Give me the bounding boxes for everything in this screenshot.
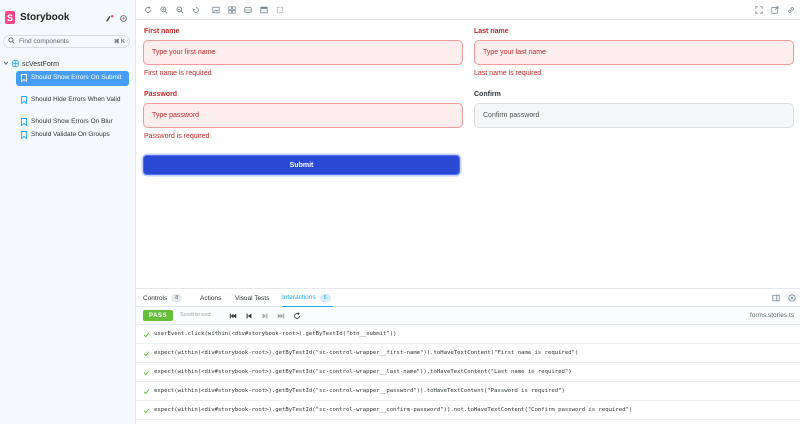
grid-icon[interactable] xyxy=(227,5,236,14)
tree-group-label: scVestForm xyxy=(22,60,59,68)
story-filename: forms.stories.ts xyxy=(749,312,794,319)
first-name-label: First name xyxy=(144,28,180,35)
panel-tabs: Controls 8 Actions Visual Tests Interact… xyxy=(136,289,800,307)
last-name-input[interactable]: Type your last name xyxy=(474,40,794,65)
tab-label: Actions xyxy=(200,294,222,302)
interaction-step[interactable]: userEvent.click(within(<div#storybook-ro… xyxy=(136,325,800,344)
interaction-step-text: expect(within(<div#storybook-root>).getB… xyxy=(154,350,579,356)
image-icon[interactable] xyxy=(211,5,220,14)
story-should-hide-errors-when-valid[interactable]: Should Hide Errors When Valid xyxy=(16,93,129,108)
bookmark-icon xyxy=(21,131,27,141)
tab-controls[interactable]: Controls 8 xyxy=(143,289,183,307)
confirm-label: Confirm xyxy=(474,91,501,98)
check-icon xyxy=(143,331,151,338)
password-label: Password xyxy=(144,91,178,98)
story-label: Should Validate On Groups xyxy=(31,131,110,138)
story-label: Should Hide Errors When Valid xyxy=(31,96,121,103)
chevron-down-icon xyxy=(3,60,9,68)
first-name-error: First name is required xyxy=(144,70,212,77)
component-icon xyxy=(12,59,19,69)
scroll-to-end-button[interactable]: Scroll to end xyxy=(180,312,211,318)
brand[interactable]: S Storybook xyxy=(5,11,69,24)
viewport-icon[interactable] xyxy=(259,5,268,14)
fullscreen-icon[interactable] xyxy=(754,5,763,14)
interaction-step[interactable]: expect(within(<div#storybook-root>).getB… xyxy=(136,382,800,401)
story-should-show-errors-on-submit[interactable]: Should Show Errors On Submit xyxy=(16,71,129,86)
tab-badge: 8 xyxy=(171,294,183,302)
last-name-placeholder: Type your last name xyxy=(483,49,547,56)
addons-panel: Controls 8 Actions Visual Tests Interact… xyxy=(136,288,800,424)
bookmark-icon xyxy=(21,74,27,84)
search-icon xyxy=(8,37,15,46)
last-name-error: Last name is required xyxy=(474,70,542,77)
close-circle-icon[interactable] xyxy=(788,294,796,302)
step-forward-icon[interactable] xyxy=(261,312,269,320)
reload-icon[interactable] xyxy=(143,5,152,14)
confirm-password-input[interactable]: Confirm password xyxy=(474,103,794,128)
interaction-step[interactable]: expect(within(<div#storybook-root>).getB… xyxy=(136,363,800,382)
password-error: Password is required xyxy=(144,133,210,140)
story-label: Should Show Errors On Blur xyxy=(31,118,113,125)
bookmark-icon xyxy=(21,118,27,128)
toolbar xyxy=(136,0,800,20)
search-placeholder: Find components xyxy=(19,38,69,45)
search-input[interactable]: Find components ⌘ K xyxy=(3,35,130,48)
gear-icon[interactable] xyxy=(118,13,128,23)
story-should-validate-on-groups[interactable]: Should Validate On Groups xyxy=(16,128,129,143)
check-icon xyxy=(143,407,151,414)
confirm-password-placeholder: Confirm password xyxy=(483,112,540,119)
measure-icon[interactable] xyxy=(275,5,284,14)
background-icon[interactable] xyxy=(243,5,252,14)
story-canvas: First name Type your first name First na… xyxy=(136,20,800,288)
submit-button[interactable]: Submit xyxy=(143,155,460,175)
first-name-placeholder: Type your first name xyxy=(152,49,216,56)
first-name-input[interactable]: Type your first name xyxy=(143,40,463,65)
sidebar-toggle-icon[interactable] xyxy=(772,294,780,302)
status-badge: PASS xyxy=(143,310,173,321)
sidebar: S Storybook Find components ⌘ K scVestFo… xyxy=(0,0,136,424)
interactions-controls: PASS Scroll to end forms.stories.ts xyxy=(136,307,800,325)
link-icon[interactable] xyxy=(786,5,795,14)
broadcast-icon[interactable] xyxy=(104,13,114,23)
interaction-step[interactable]: expect(within(<div#storybook-root>).getB… xyxy=(136,344,800,363)
interaction-step-text: expect(within(<div#storybook-root>).getB… xyxy=(154,369,572,375)
fast-forward-icon[interactable] xyxy=(277,312,285,320)
tab-label: Visual Tests xyxy=(235,294,270,302)
interaction-step-text: expect(within(<div#storybook-root>).getB… xyxy=(154,388,565,394)
search-shortcut: ⌘ K xyxy=(114,38,125,45)
tab-interactions[interactable]: Interactions 5 xyxy=(282,289,333,307)
tab-badge: 5 xyxy=(319,293,331,302)
reset-zoom-icon[interactable] xyxy=(191,5,200,14)
tab-label: Interactions xyxy=(282,294,316,301)
tab-label: Controls xyxy=(143,294,168,302)
zoom-in-icon[interactable] xyxy=(159,5,168,14)
tab-visual-tests[interactable]: Visual Tests xyxy=(235,289,269,307)
story-label: Should Show Errors On Submit xyxy=(31,74,122,81)
interaction-step[interactable]: expect(within(<div#storybook-root>).getB… xyxy=(136,401,800,420)
check-icon xyxy=(143,350,151,357)
tree-group-scvestform[interactable]: scVestForm xyxy=(3,59,59,69)
password-input[interactable]: Type password xyxy=(143,103,463,128)
last-name-label: Last name xyxy=(474,28,509,35)
brand-title: Storybook xyxy=(20,12,70,23)
bookmark-icon xyxy=(21,96,27,106)
share-icon[interactable] xyxy=(770,5,779,14)
zoom-out-icon[interactable] xyxy=(175,5,184,14)
check-icon xyxy=(143,388,151,395)
check-icon xyxy=(143,369,151,376)
interaction-step-text: expect(within(<div#storybook-root>).getB… xyxy=(154,407,633,413)
tab-actions[interactable]: Actions xyxy=(200,289,221,307)
step-back-icon[interactable] xyxy=(245,312,253,320)
rewind-icon[interactable] xyxy=(229,312,237,320)
interaction-step-text: userEvent.click(within(<div#storybook-ro… xyxy=(154,331,397,337)
replay-icon[interactable] xyxy=(293,312,301,320)
storybook-logo: S xyxy=(5,11,15,24)
password-placeholder: Type password xyxy=(152,112,200,119)
